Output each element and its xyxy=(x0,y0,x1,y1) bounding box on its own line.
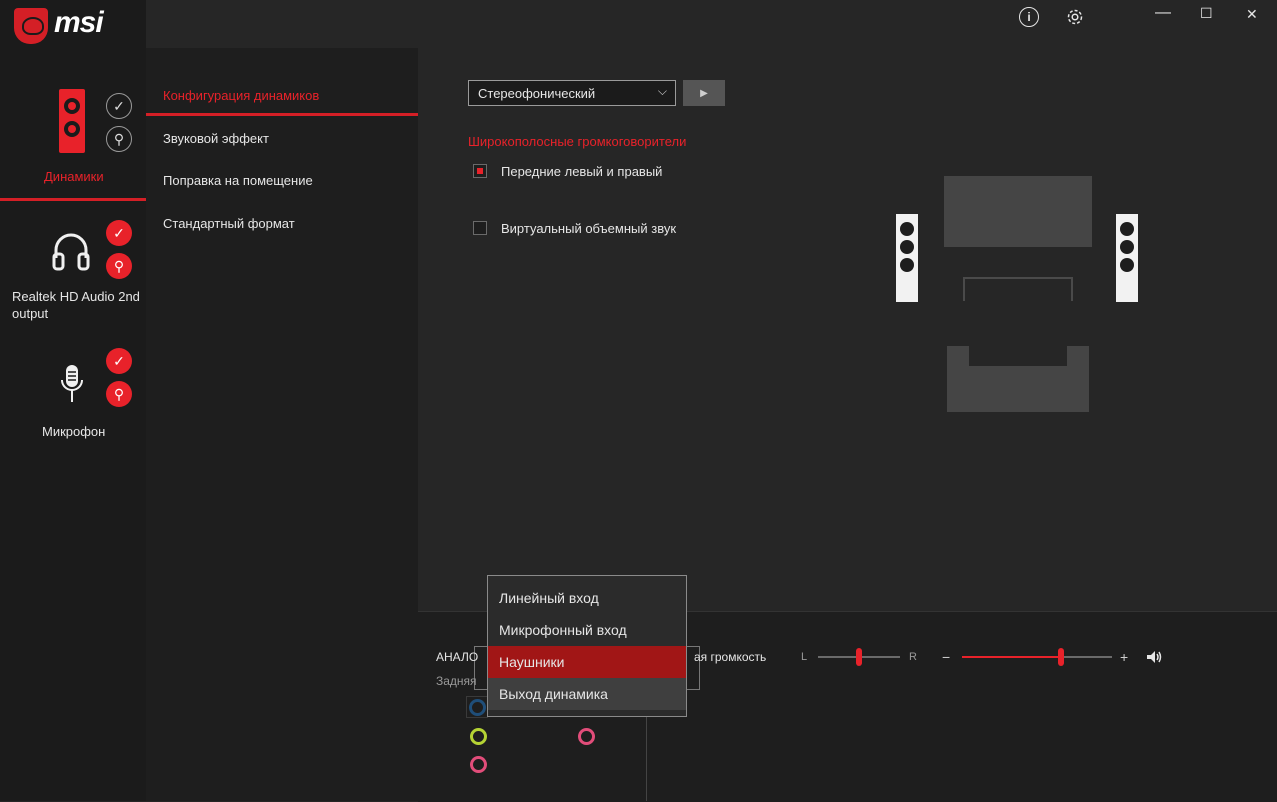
right-speaker-illustration[interactable] xyxy=(1116,214,1138,302)
default-comm-device-icon[interactable]: ⚲ xyxy=(106,253,132,279)
balance-right-label: R xyxy=(909,651,917,663)
virtual-surround-label[interactable]: Виртуальный объемный звук xyxy=(501,221,676,236)
volume-plus-icon[interactable]: + xyxy=(1120,649,1128,665)
menu-item-speaker-out[interactable]: Выход динамика xyxy=(488,678,686,710)
jack-function-menu: Линейный вход Микрофонный вход Наушники … xyxy=(487,575,687,717)
jack-pink[interactable] xyxy=(470,756,487,773)
maximize-button[interactable]: ☐ xyxy=(1200,5,1213,22)
speakers-device-icon[interactable] xyxy=(59,89,85,153)
brand-wordmark: msi xyxy=(54,6,104,39)
balance-left-label: L xyxy=(801,651,808,663)
active-device-indicator xyxy=(0,198,146,201)
menu-item-headphones[interactable]: Наушники xyxy=(488,646,686,678)
main-volume-label: ая громкость xyxy=(694,650,767,664)
jack-green[interactable] xyxy=(470,728,487,745)
active-tab-indicator xyxy=(146,113,418,116)
minimize-button[interactable]: — xyxy=(1155,4,1171,22)
device-label-microphone[interactable]: Микрофон xyxy=(42,424,105,439)
gear-icon[interactable] xyxy=(1065,7,1085,27)
menu-item-line-in[interactable]: Линейный вход xyxy=(488,582,686,614)
room-screen-illustration xyxy=(944,176,1092,247)
close-button[interactable]: ✕ xyxy=(1246,6,1258,23)
jack-pink-front[interactable] xyxy=(578,728,595,745)
room-sofa-illustration xyxy=(947,346,1089,412)
default-device-check-icon[interactable]: ✓ xyxy=(106,93,132,119)
front-lr-checkbox[interactable] xyxy=(473,164,487,178)
virtual-surround-checkbox[interactable] xyxy=(473,221,487,235)
front-lr-label[interactable]: Передние левый и правый xyxy=(501,164,662,179)
tab-default-format[interactable]: Стандартный формат xyxy=(163,216,295,231)
volume-slider-fill xyxy=(962,656,1061,658)
default-comm-device-icon[interactable]: ⚲ xyxy=(106,381,132,407)
left-speaker-illustration[interactable] xyxy=(896,214,918,302)
settings-nav xyxy=(146,48,418,801)
device-label-speakers[interactable]: Динамики xyxy=(44,169,104,184)
default-comm-device-icon[interactable]: ⚲ xyxy=(106,126,132,152)
volume-slider-thumb[interactable] xyxy=(1058,648,1064,666)
fullrange-speakers-title: Широкополосные громкоговорители xyxy=(468,134,687,149)
speaker-cone-icon xyxy=(64,121,80,137)
device-label-headphones[interactable]: Realtek HD Audio 2nd output xyxy=(12,288,142,322)
analog-section-label: АНАЛО xyxy=(436,650,479,664)
msi-logo: msi xyxy=(0,0,146,48)
jack-blue[interactable] xyxy=(469,699,486,716)
rear-panel-label: Задняя xyxy=(436,674,477,688)
room-table-illustration xyxy=(963,277,1073,301)
speaker-config-value: Стереофонический xyxy=(478,86,596,101)
chevron-down-icon: ⌵ xyxy=(657,84,667,98)
tab-sound-effect[interactable]: Звуковой эффект xyxy=(163,131,269,146)
balance-slider-thumb[interactable] xyxy=(856,648,862,666)
menu-item-mic-in[interactable]: Микрофонный вход xyxy=(488,614,686,646)
speaker-mute-icon[interactable] xyxy=(1146,650,1164,664)
headphones-device-icon[interactable] xyxy=(52,232,90,272)
default-device-check-icon[interactable]: ✓ xyxy=(106,348,132,374)
default-device-check-icon[interactable]: ✓ xyxy=(106,220,132,246)
speaker-config-select[interactable]: Стереофонический ⌵ xyxy=(468,80,676,106)
info-icon[interactable]: i xyxy=(1019,7,1039,27)
test-play-button[interactable]: ▶ xyxy=(683,80,725,106)
volume-minus-icon[interactable]: − xyxy=(942,649,950,665)
microphone-device-icon[interactable] xyxy=(60,364,84,404)
play-icon: ▶ xyxy=(700,87,708,99)
tab-room-correction[interactable]: Поправка на помещение xyxy=(163,173,313,188)
dragon-shield-icon xyxy=(14,8,48,44)
tab-speaker-config[interactable]: Конфигурация динамиков xyxy=(163,88,319,103)
speaker-cone-icon xyxy=(64,98,80,114)
